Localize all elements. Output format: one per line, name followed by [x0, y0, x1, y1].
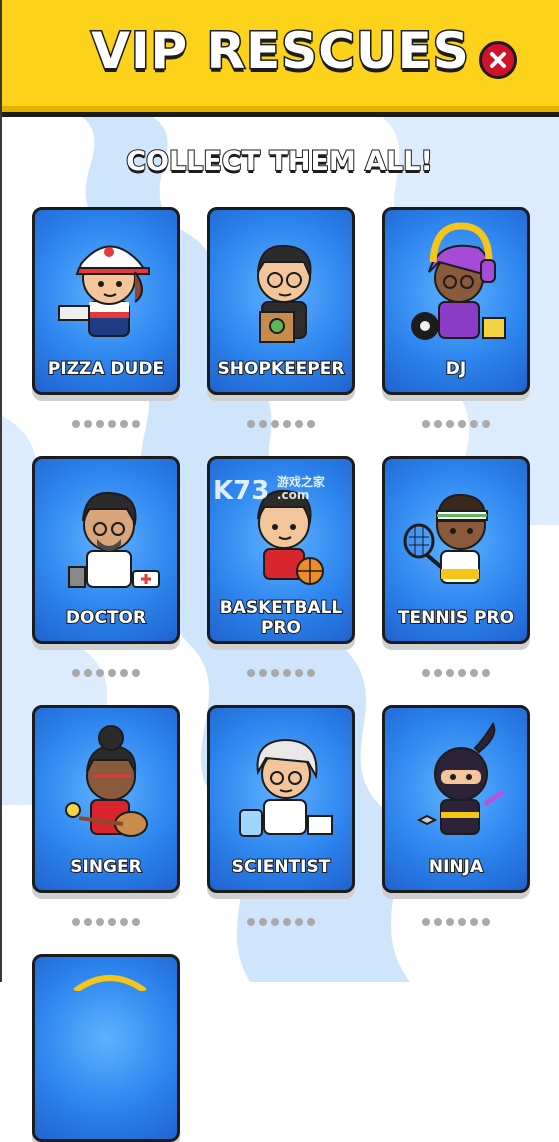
- progress-dots: [422, 918, 490, 926]
- card-label-line1: BASKETBALL: [219, 598, 344, 619]
- dj-icon: [411, 222, 506, 340]
- watermark-domain: .com: [276, 488, 310, 502]
- progress-dots: [247, 669, 315, 677]
- progress-dots: [72, 918, 140, 926]
- card-tennis-pro[interactable]: TENNIS PRO: [382, 456, 530, 644]
- collect-subtitle: COLLECT THEM ALL!: [125, 145, 434, 178]
- card-label: SCIENTIST: [231, 857, 332, 878]
- watermark-main: K73: [213, 476, 270, 506]
- header-bar: VIP RESCUES: [2, 0, 559, 117]
- card-label: DJ: [445, 359, 467, 380]
- shopkeeper-icon: [257, 244, 312, 343]
- card-singer[interactable]: SINGER: [32, 705, 180, 893]
- card-label-line2: PRO: [260, 618, 302, 639]
- close-button[interactable]: [479, 41, 517, 79]
- card-label: PIZZA DUDE: [47, 359, 165, 380]
- singer-icon: [65, 725, 148, 837]
- card-shopkeeper[interactable]: SHOPKEEPER: [207, 207, 355, 395]
- pizza-dude-icon: [58, 245, 150, 337]
- watermark: K73 游戏之家 .com: [213, 475, 325, 507]
- card-scientist[interactable]: SCIENTIST: [207, 705, 355, 893]
- scientist-icon: [239, 738, 333, 837]
- ninja-icon: [416, 721, 505, 835]
- page-title: VIP RESCUES: [90, 21, 470, 82]
- doctor-icon: [68, 491, 160, 588]
- progress-dots: [247, 918, 315, 926]
- card-label: SHOPKEEPER: [217, 359, 346, 380]
- partial-character-icon: [73, 975, 147, 991]
- progress-dots: [422, 420, 490, 428]
- progress-dots: [247, 420, 315, 428]
- tennis-pro-icon: [403, 493, 488, 584]
- card-dj[interactable]: DJ: [382, 207, 530, 395]
- card-pizza-dude[interactable]: PIZZA DUDE: [32, 207, 180, 395]
- watermark-sub: 游戏之家: [276, 475, 325, 489]
- progress-dots: [422, 669, 490, 677]
- close-x-icon: [490, 52, 506, 68]
- progress-dots: [72, 420, 140, 428]
- card-label: DOCTOR: [65, 608, 147, 629]
- card-label: NINJA: [428, 857, 484, 878]
- card-doctor[interactable]: DOCTOR: [32, 456, 180, 644]
- card-ninja[interactable]: NINJA: [382, 705, 530, 893]
- card-label: TENNIS PRO: [397, 608, 515, 629]
- card-partial[interactable]: [32, 954, 180, 1142]
- progress-dots: [72, 669, 140, 677]
- card-label: SINGER: [69, 857, 142, 878]
